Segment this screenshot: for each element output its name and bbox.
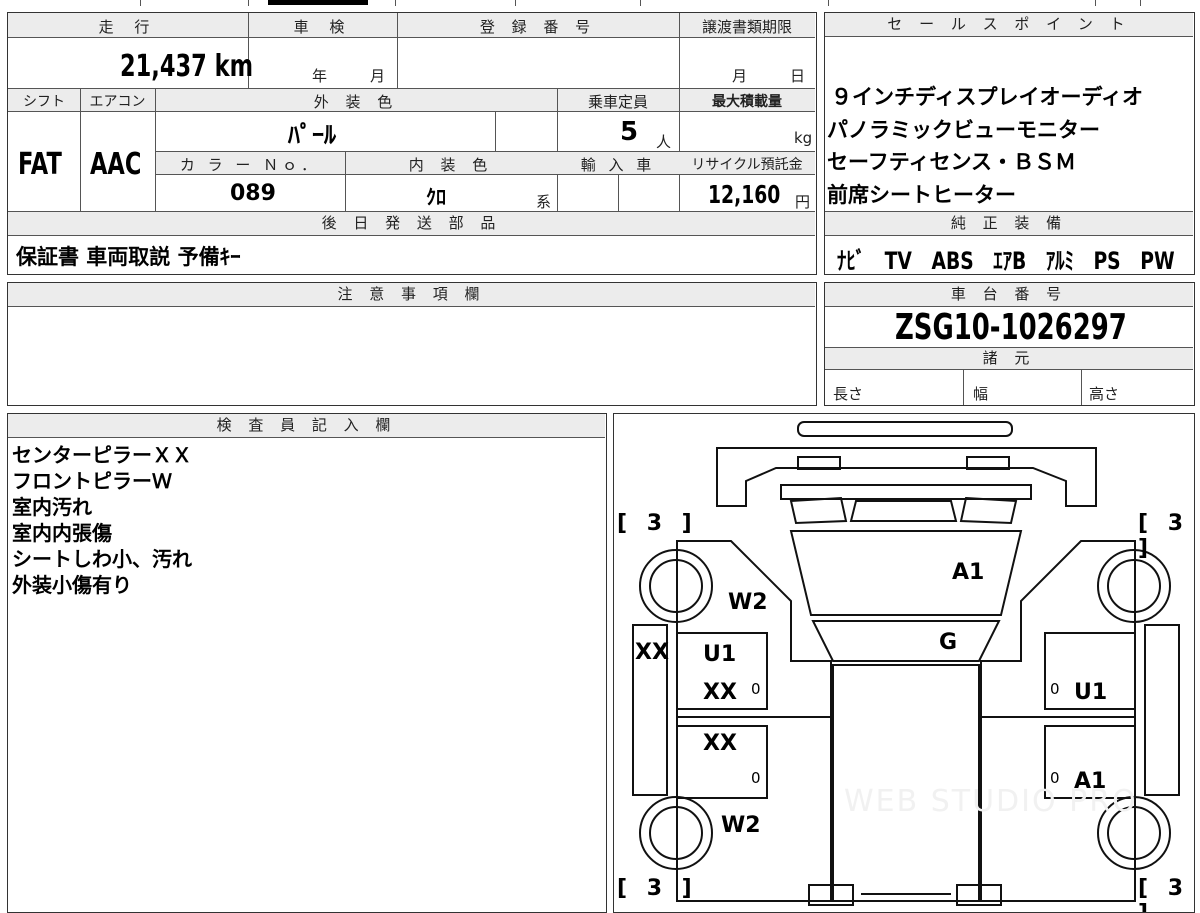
inspector-note: フロントピラーＷ <box>12 469 172 493</box>
watermark: WEB STUDIO PRO <box>844 784 1138 819</box>
damage-diagram-box: [ 3 ] [ 3 ] [ 3 ] [ 3 ] A1 W2 G XX U1 XX… <box>613 413 1195 913</box>
deadline-month: 月 <box>732 67 748 85</box>
sales-point: ９インチディスプレイオーディオ <box>831 85 1144 109</box>
later-parts-value: 保証書 車両取説 予備ｷｰ <box>16 245 241 269</box>
damage-rear-fender-w2: W2 <box>721 813 761 838</box>
shift-label: シフト <box>23 94 65 110</box>
shift-value: FAT <box>18 147 62 182</box>
spec-label: 諸 元 <box>825 348 1193 370</box>
top-strip <box>0 0 1200 6</box>
damage-left-front-door-xx: XX <box>703 680 737 705</box>
later-parts-label: 後 日 発 送 部 品 <box>8 212 815 236</box>
chassis-label: 車 台 番 号 <box>825 283 1193 307</box>
length-label: 長さ <box>833 385 864 403</box>
registration-label: 登 録 番 号 <box>479 18 597 36</box>
damage-hood-a1: A1 <box>952 560 985 585</box>
damage-left-rear-door-xx: XX <box>703 731 737 756</box>
damage-left-front-door-u1: U1 <box>703 642 737 667</box>
interior-value: ｸﾛ <box>426 185 446 209</box>
inspector-note: シートしわ小、汚れ <box>12 547 192 571</box>
car-outline-diagram <box>632 421 1180 906</box>
damage-pillar-xx: XX <box>635 640 669 665</box>
equip-tv: TV <box>884 247 912 275</box>
exterior-value: ﾊﾟｰﾙ <box>288 121 336 149</box>
equip-ps: PS <box>1093 247 1121 275</box>
recycle-label: リサイクル預託金 <box>691 157 803 173</box>
vehicle-info-table: 走 行 車 検 登 録 番 号 譲渡書類期限 21,437 km 年 月 月 日… <box>7 12 817 275</box>
interior-suffix: 系 <box>536 193 552 211</box>
caution-label: 注 意 事 項 欄 <box>8 283 815 307</box>
standard-equipment-label: 純 正 装 備 <box>825 212 1193 236</box>
capacity-unit: 人 <box>656 133 672 151</box>
import-label: 輸 入 車 <box>580 156 656 174</box>
damage-right-front-door-u1: U1 <box>1074 680 1108 705</box>
loadcap-label: 最大積載量 <box>712 94 782 110</box>
loadcap-unit: kg <box>794 129 813 147</box>
aircon-label: エアコン <box>89 94 146 110</box>
exterior-label: 外 装 色 <box>313 93 399 111</box>
deadline-day: 日 <box>790 67 806 85</box>
height-label: 高さ <box>1089 385 1120 403</box>
inspection-label: 車 検 <box>293 18 353 36</box>
equip-pw: PW <box>1140 247 1175 275</box>
zero-left-rear: 0 <box>751 769 761 787</box>
capacity-value: 5 <box>620 117 639 147</box>
inspection-year: 年 <box>312 67 328 85</box>
zero-right-front: 0 <box>1050 680 1060 698</box>
inspector-note: 外装小傷有り <box>12 573 132 597</box>
inspector-notes-box: 検 査 員 記 入 欄 センターピラーＸＸ フロントピラーＷ 室内汚れ 室内内張… <box>7 413 607 913</box>
color-no-value: 089 <box>230 181 276 206</box>
equip-alloy: ｱﾙﾐ <box>1045 247 1074 275</box>
damage-front-fender-w2: W2 <box>728 590 768 615</box>
caution-box: 注 意 事 項 欄 <box>7 282 817 406</box>
bracket-rear-left: [ 3 ] <box>617 876 698 901</box>
inspector-note: 室内汚れ <box>12 495 92 519</box>
sales-point: セーフティセンス・ＢＳＭ <box>827 150 1077 174</box>
chassis-number: ZSG10-1026297 <box>895 307 1127 348</box>
bracket-front-right: [ 3 ] <box>1138 511 1190 561</box>
inspector-note: センターピラーＸＸ <box>12 443 192 467</box>
sales-points-label: セ ー ル ス ポ イ ン ト <box>825 13 1193 37</box>
equip-abs: ABS <box>931 247 974 275</box>
sales-points-box: セ ー ル ス ポ イ ン ト ９インチディスプレイオーディオ パノラミックビュ… <box>824 12 1195 275</box>
equip-airbag: ｴｱB <box>993 247 1027 275</box>
aircon-value: AAC <box>90 147 142 182</box>
bracket-front-left: [ 3 ] <box>617 511 698 536</box>
damage-windshield-g: G <box>939 630 958 655</box>
interior-label: 内 装 色 <box>408 156 494 174</box>
capacity-label: 乗車定員 <box>587 93 648 111</box>
bracket-rear-right: [ 3 ] <box>1138 876 1190 912</box>
inspection-month: 月 <box>370 67 386 85</box>
mileage-value: 21,437 km <box>120 49 254 84</box>
zero-left-front: 0 <box>751 680 761 698</box>
inspector-notes-label: 検 査 員 記 入 欄 <box>8 414 605 438</box>
sales-point: 前席シートヒーター <box>827 183 1016 207</box>
equipment-list: ﾅﾋﾞ TV ABS ｴｱB ｱﾙﾐ PS PW <box>837 241 1200 276</box>
chassis-box: 車 台 番 号 ZSG10-1026297 諸 元 長さ 幅 高さ <box>824 282 1195 406</box>
inspector-notes-list: センターピラーＸＸ フロントピラーＷ 室内汚れ 室内内張傷 シートしわ小、汚れ … <box>12 442 192 598</box>
recycle-unit: 円 <box>795 193 811 211</box>
inspector-note: 室内内張傷 <box>12 521 112 545</box>
width-label: 幅 <box>973 385 989 403</box>
color-no-label: カ ラ ー Ｎｏ． <box>179 156 321 174</box>
mileage-label: 走 行 <box>98 18 158 36</box>
recycle-value: 12,160 <box>708 180 781 209</box>
deadline-label: 譲渡書類期限 <box>701 18 792 36</box>
sales-point: パノラミックビューモニター <box>827 118 1100 142</box>
equip-navi: ﾅﾋﾞ <box>837 247 866 275</box>
